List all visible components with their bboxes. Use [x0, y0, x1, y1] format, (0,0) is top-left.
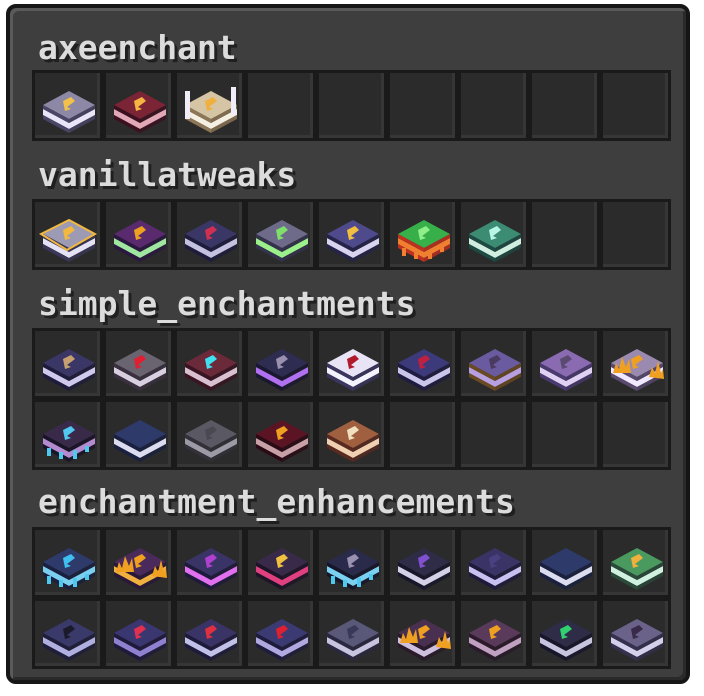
item-grid-axeenchant [32, 70, 671, 141]
section-title-axeenchant: axeenchant [38, 28, 237, 67]
inventory-slot[interactable] [245, 199, 316, 270]
inventory-slot[interactable] [174, 399, 245, 470]
inventory-slot[interactable] [387, 328, 458, 399]
section-title-enchantment-enhancements: enchantment_enhancements [38, 482, 515, 521]
inventory-slot[interactable] [32, 199, 103, 270]
inventory-slot[interactable] [458, 70, 529, 141]
inventory-slot[interactable] [387, 199, 458, 270]
inventory-slot[interactable] [245, 328, 316, 399]
inventory-slot[interactable] [174, 598, 245, 669]
section-title-simple-enchantments: simple_enchantments [38, 284, 416, 323]
inventory-slot[interactable] [387, 399, 458, 470]
section-title-vanillatweaks: vanillatweaks [38, 155, 297, 194]
inventory-slot[interactable] [316, 70, 387, 141]
inventory-slot[interactable] [600, 328, 671, 399]
inventory-slot[interactable] [600, 199, 671, 270]
inventory-slot[interactable] [245, 70, 316, 141]
inventory-slot[interactable] [245, 527, 316, 598]
inventory-slot[interactable] [600, 527, 671, 598]
inventory-slot[interactable] [529, 527, 600, 598]
inventory-slot[interactable] [529, 399, 600, 470]
inventory-slot[interactable] [245, 598, 316, 669]
inventory-slot[interactable] [32, 598, 103, 669]
inventory-slot[interactable] [529, 199, 600, 270]
inventory-slot[interactable] [103, 399, 174, 470]
inventory-slot[interactable] [174, 527, 245, 598]
inventory-slot[interactable] [174, 199, 245, 270]
inventory-slot[interactable] [387, 527, 458, 598]
inventory-slot[interactable] [458, 399, 529, 470]
inventory-slot[interactable] [32, 70, 103, 141]
inventory-slot[interactable] [316, 399, 387, 470]
inventory-slot[interactable] [458, 199, 529, 270]
inventory-slot[interactable] [316, 199, 387, 270]
inventory-slot[interactable] [103, 199, 174, 270]
inventory-slot[interactable] [245, 399, 316, 470]
inventory-slot[interactable] [529, 70, 600, 141]
inventory-slot[interactable] [174, 70, 245, 141]
inventory-slot[interactable] [387, 598, 458, 669]
item-grid-enchantment-enhancements [32, 527, 671, 669]
inventory-slot[interactable] [600, 399, 671, 470]
inventory-slot[interactable] [103, 598, 174, 669]
inventory-slot[interactable] [32, 527, 103, 598]
item-grid-vanillatweaks [32, 199, 671, 270]
inventory-slot[interactable] [529, 328, 600, 399]
item-grid-simple-enchantments [32, 328, 671, 470]
inventory-slot[interactable] [387, 70, 458, 141]
inventory-slot[interactable] [103, 70, 174, 141]
inventory-slot[interactable] [103, 527, 174, 598]
inventory-slot[interactable] [103, 328, 174, 399]
inventory-slot[interactable] [458, 598, 529, 669]
inventory-panel: axeenchant vanillatweaks simple_enchantm… [6, 4, 690, 684]
inventory-slot[interactable] [600, 598, 671, 669]
inventory-slot[interactable] [174, 328, 245, 399]
inventory-slot[interactable] [32, 399, 103, 470]
inventory-slot[interactable] [529, 598, 600, 669]
inventory-slot[interactable] [458, 527, 529, 598]
inventory-slot[interactable] [458, 328, 529, 399]
inventory-slot[interactable] [600, 70, 671, 141]
inventory-slot[interactable] [316, 598, 387, 669]
inventory-slot[interactable] [316, 328, 387, 399]
inventory-slot[interactable] [32, 328, 103, 399]
inventory-slot[interactable] [316, 527, 387, 598]
